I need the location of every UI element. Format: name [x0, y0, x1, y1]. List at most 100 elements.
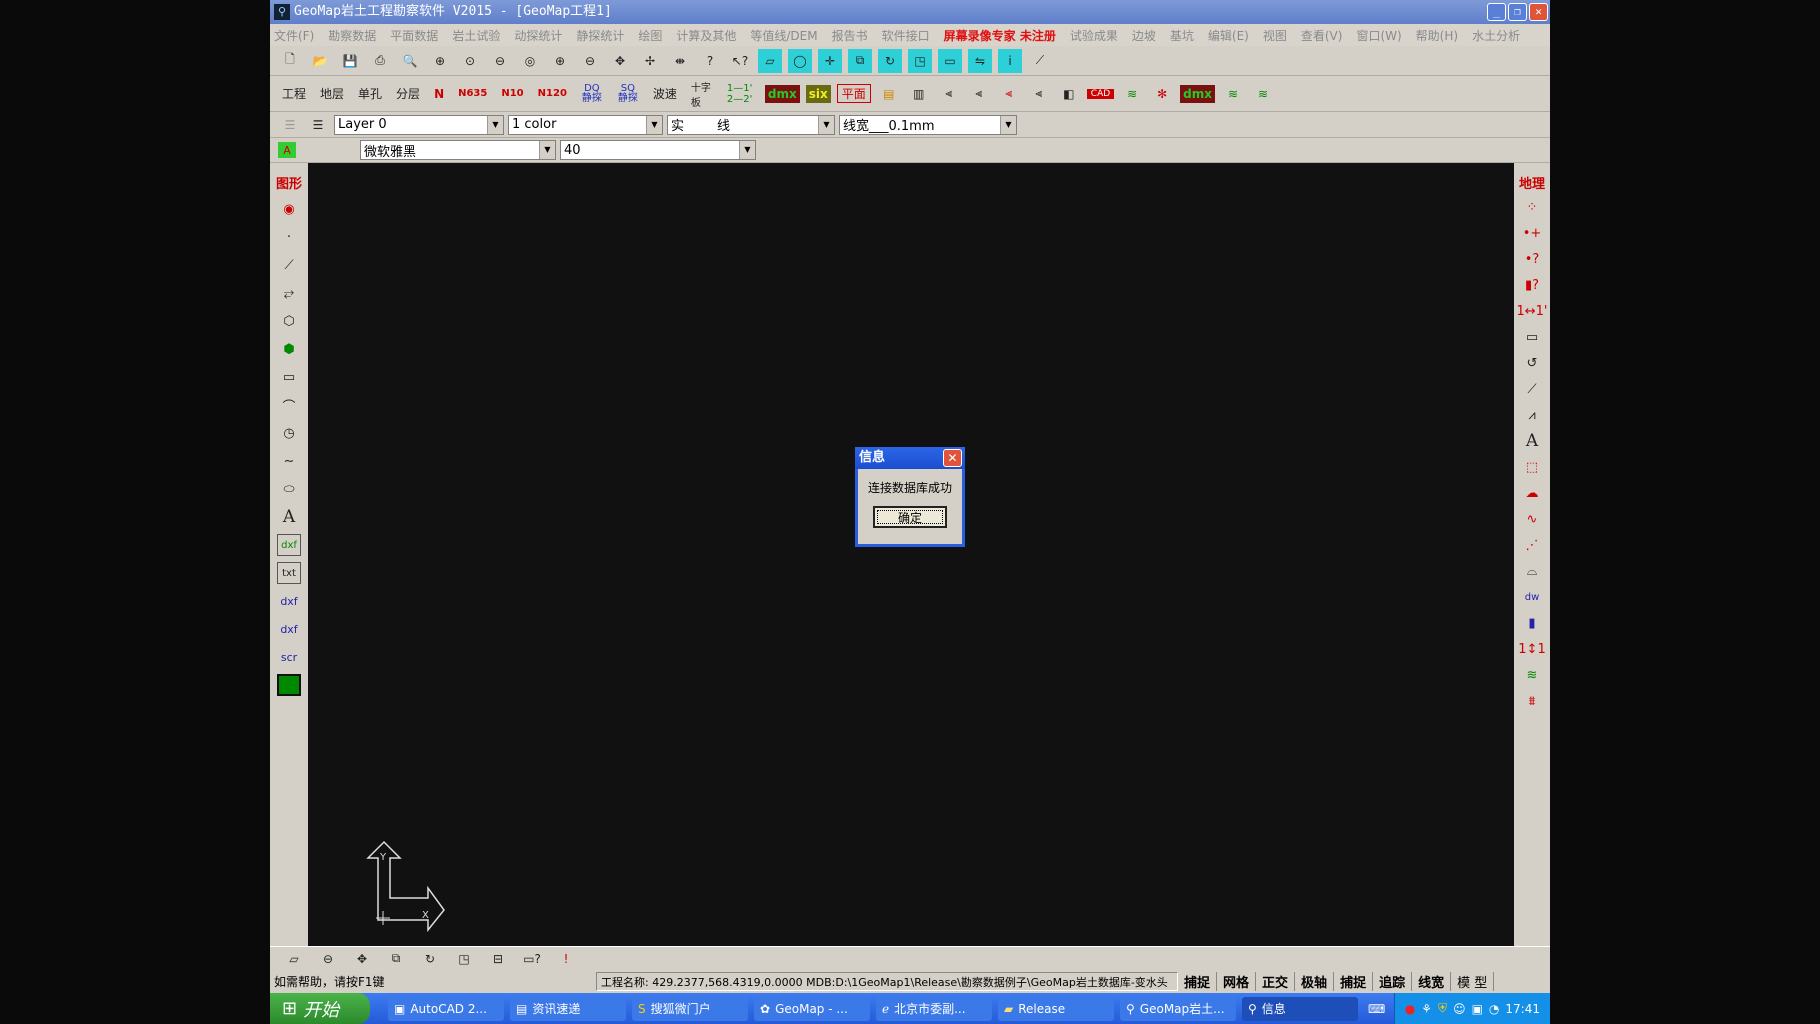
n10-button[interactable]: N10 — [497, 88, 527, 99]
tray-shield-icon[interactable]: ⛨ — [1438, 1001, 1447, 1016]
zoom-extents-icon[interactable]: ◎ — [518, 49, 542, 73]
zoom-previous-icon[interactable]: ⊖ — [488, 49, 512, 73]
bridge-double-icon[interactable]: ⫷ — [967, 82, 991, 106]
section-button[interactable]: 1—1' 2—2' — [723, 83, 759, 105]
column-icon[interactable]: ▥ — [907, 82, 931, 106]
help-icon[interactable]: ? — [698, 49, 722, 73]
snap-toggle[interactable]: 捕捉 — [1178, 972, 1218, 991]
properties-icon[interactable]: ▭? — [520, 947, 544, 971]
rotate-icon[interactable]: ↻ — [418, 947, 442, 971]
context-help-icon[interactable]: ↖? — [728, 49, 752, 73]
contour-lines-2-icon[interactable]: ≋ — [1251, 82, 1275, 106]
alert-icon[interactable]: ! — [554, 947, 578, 971]
color-select[interactable]: 1 color ▼ — [508, 114, 663, 135]
menu-water-soil[interactable]: 水土分析 — [1472, 27, 1520, 44]
bw-icon[interactable]: ◧ — [1057, 82, 1081, 106]
sq-cpt-button[interactable]: SQ静探 — [613, 83, 643, 104]
n-button[interactable]: N — [430, 87, 448, 101]
menu-pit[interactable]: 基坑 — [1170, 27, 1194, 44]
close-button[interactable]: ✕ — [1529, 3, 1548, 21]
dialog-close-icon[interactable]: ✕ — [943, 449, 962, 467]
drawing-canvas[interactable]: Y X — [308, 163, 1514, 946]
scale-icon[interactable]: ◳ — [908, 48, 932, 73]
borehole-query-icon[interactable]: •? — [1520, 248, 1544, 270]
menu-static-stats[interactable]: 静探统计 — [576, 27, 624, 44]
lineweight-toggle[interactable]: 线宽 — [1412, 972, 1452, 991]
point-icon[interactable]: · — [277, 226, 301, 248]
keyboard-icon[interactable]: ⌨ — [1368, 1002, 1385, 1016]
stretch-icon[interactable]: ▭ — [938, 48, 962, 73]
column-icon[interactable]: ▮ — [1520, 612, 1544, 634]
dashed-curve-icon[interactable]: ∿ — [1520, 508, 1544, 530]
contour-icon[interactable]: ≋ — [1520, 664, 1544, 686]
tray-network-icon[interactable]: ⚘ — [1421, 1002, 1432, 1016]
task-sohu[interactable]: S 搜狐微门户 — [632, 996, 748, 1021]
zoom-in-icon[interactable]: ⊕ — [548, 49, 572, 73]
add-borehole-icon[interactable]: •+ — [1520, 222, 1544, 244]
text-style-icon[interactable]: A — [278, 142, 296, 158]
move-icon[interactable]: ✛ — [818, 48, 842, 73]
mirror-icon[interactable]: ⇋ — [968, 48, 992, 73]
section-icon[interactable]: 1↕1 — [1518, 638, 1545, 660]
zk-icon[interactable]: ✢ — [638, 49, 662, 73]
polyline-icon[interactable]: ⥂ — [277, 282, 301, 304]
rectangle-icon[interactable]: ▭ — [1520, 326, 1544, 348]
menu-draw[interactable]: 绘图 — [638, 27, 662, 44]
otrack-toggle[interactable]: 追踪 — [1373, 972, 1413, 991]
copy-icon[interactable]: ⧉ — [384, 947, 408, 971]
layer-manager-icon[interactable]: ☰ — [278, 113, 302, 137]
tray-volume-icon[interactable]: ◔ — [1489, 1002, 1499, 1016]
task-autocad[interactable]: ▣ AutoCAD 2... — [388, 996, 504, 1021]
dmx-button[interactable]: dmx — [764, 84, 800, 103]
export-dxf-icon[interactable]: dxf — [277, 618, 301, 640]
cross-profile-icon[interactable]: ⫷ — [1027, 82, 1051, 106]
import-dxf-icon[interactable]: dxf — [277, 590, 301, 612]
menu-contour[interactable]: 等值线/DEM — [750, 27, 817, 44]
font-select[interactable]: 微软雅黑 ▼ — [360, 140, 556, 160]
rotate-icon[interactable]: ↻ — [878, 48, 902, 73]
chevron-down-icon[interactable]: ▼ — [646, 115, 662, 134]
six-button[interactable]: six — [805, 84, 831, 103]
menu-edit[interactable]: 编辑(E) — [1208, 27, 1249, 44]
task-news[interactable]: ▤ 资讯速递 — [510, 996, 626, 1021]
pan-icon[interactable]: ✥ — [608, 49, 632, 73]
menu-help[interactable]: 帮助(H) — [1416, 27, 1458, 44]
osnap-toggle[interactable]: 捕捉 — [1334, 972, 1374, 991]
rectangle-icon[interactable]: ▭ — [277, 366, 301, 388]
tray-monitor-icon[interactable]: ▣ — [1472, 1002, 1483, 1016]
lasso-icon[interactable]: ↺ — [1520, 352, 1544, 374]
dashed-line-icon[interactable]: ⋰ — [1520, 534, 1544, 556]
cross-plate-button[interactable]: 十字板 — [687, 79, 717, 109]
offset-icon[interactable]: ⊖ — [316, 947, 340, 971]
cad-button[interactable]: CAD — [1086, 88, 1115, 99]
menu-window[interactable]: 窗口(W) — [1356, 27, 1401, 44]
txt-icon[interactable]: txt — [277, 562, 301, 584]
minimize-button[interactable]: _ — [1487, 3, 1506, 21]
profile-icon[interactable]: ▤ — [877, 82, 901, 106]
script-icon[interactable]: scr — [277, 646, 301, 668]
grid-toggle[interactable]: 网格 — [1217, 972, 1257, 991]
erase-icon[interactable]: ▱ — [282, 947, 306, 971]
task-browser[interactable]: ℯ 北京市委副... — [876, 996, 992, 1021]
plan-button[interactable]: 平面 — [836, 84, 871, 103]
ortho-toggle[interactable]: 正交 — [1256, 972, 1296, 991]
font-size-select[interactable]: 40 ▼ — [560, 140, 756, 160]
layers-icon[interactable]: ☰ — [306, 113, 330, 137]
save-icon[interactable]: 💾 — [338, 49, 362, 73]
dashed-rect-icon[interactable]: ⬚ — [1520, 456, 1544, 478]
menu-dynamic-stats[interactable]: 动探统计 — [514, 27, 562, 44]
spline-icon[interactable]: ∼ — [277, 450, 301, 472]
arc-icon[interactable]: ⌒ — [277, 394, 301, 416]
stratum-button[interactable]: 地层 — [316, 85, 348, 102]
single-hole-button[interactable]: 单孔 — [354, 85, 386, 102]
task-geomap[interactable]: ✿ GeoMap - ... — [754, 996, 870, 1021]
grid-net-icon[interactable]: ✻ — [1150, 82, 1174, 106]
chevron-down-icon[interactable]: ▼ — [487, 115, 503, 134]
wave-profile-icon[interactable]: ⫷ — [997, 82, 1021, 106]
contour-lines-icon[interactable]: ≋ — [1221, 82, 1245, 106]
dashed-cloud-icon[interactable]: ☁ — [1520, 482, 1544, 504]
layering-button[interactable]: 分层 — [392, 85, 424, 102]
print-icon[interactable]: ⎙ — [368, 49, 392, 73]
model-toggle[interactable]: 模 型 — [1451, 972, 1495, 991]
bridge-single-icon[interactable]: ⫷ — [937, 82, 961, 106]
